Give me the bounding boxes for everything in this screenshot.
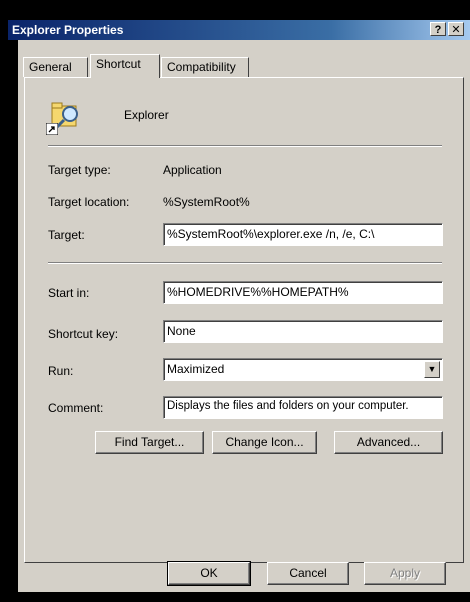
close-button[interactable]: ✕ <box>448 22 464 36</box>
help-button[interactable]: ? <box>430 22 446 36</box>
target-label: Target: <box>48 228 85 242</box>
apply-button[interactable]: Apply <box>364 562 446 585</box>
advanced-button[interactable]: Advanced... <box>334 431 443 454</box>
start-in-input[interactable]: %HOMEDRIVE%%HOMEPATH% <box>163 281 443 304</box>
comment-input[interactable]: Displays the files and folders on your c… <box>163 396 443 419</box>
run-select[interactable]: Maximized ▼ <box>163 358 443 381</box>
start-in-label: Start in: <box>48 286 90 300</box>
tab-shortcut[interactable]: Shortcut <box>90 54 160 78</box>
target-location-value: %SystemRoot% <box>163 195 250 209</box>
properties-window: Explorer Properties ? ✕ General Compatib… <box>0 0 470 602</box>
tab-compatibility[interactable]: Compatibility <box>161 57 249 77</box>
change-icon-button[interactable]: Change Icon... <box>212 431 317 454</box>
target-type-label: Target type: <box>48 163 111 177</box>
chevron-down-icon[interactable]: ▼ <box>424 361 440 378</box>
target-location-label: Target location: <box>48 195 130 209</box>
tab-general[interactable]: General <box>23 57 88 77</box>
separator-middle <box>48 262 442 264</box>
shortcut-key-input[interactable]: None <box>163 320 443 343</box>
find-target-button[interactable]: Find Target... <box>95 431 204 454</box>
run-select-value: Maximized <box>167 362 225 376</box>
run-label: Run: <box>48 364 74 378</box>
shortcut-key-label: Shortcut key: <box>48 327 119 341</box>
dialog-client: General Compatibility Shortcut Explorer … <box>18 40 470 592</box>
app-name: Explorer <box>124 108 169 122</box>
window-title: Explorer Properties <box>12 23 124 37</box>
target-input[interactable]: %SystemRoot%\explorer.exe /n, /e, C:\ <box>163 223 443 246</box>
comment-label: Comment: <box>48 401 104 415</box>
title-bar[interactable]: Explorer Properties ? ✕ <box>8 20 470 40</box>
separator-top <box>48 145 442 147</box>
target-type-value: Application <box>163 163 222 177</box>
ok-button[interactable]: OK <box>167 561 251 586</box>
shortcut-arrow-icon <box>46 123 58 135</box>
cancel-button[interactable]: Cancel <box>267 562 349 585</box>
folder-magnifier-icon <box>46 96 86 136</box>
